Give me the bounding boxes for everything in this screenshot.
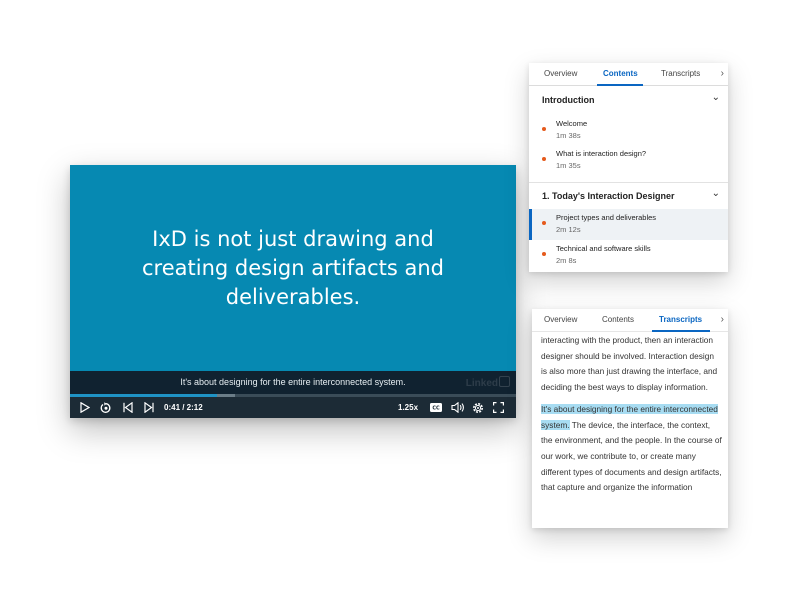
transcript-paragraph-current: It's about designing for the entire inte… [541, 402, 722, 496]
tab-overview[interactable]: Overview [544, 315, 577, 324]
video-player[interactable]: IxD is not just drawing and creating des… [70, 165, 516, 418]
status-dot-icon [542, 127, 546, 131]
section-header-todays-interaction-designer[interactable]: 1. Today's Interaction Designer ⌄ [529, 184, 728, 208]
item-duration: 1m 35s [556, 161, 581, 170]
closed-captions-icon[interactable]: CC [429, 400, 443, 415]
transcript-sentence[interactable]: The device, the interface, the context, … [541, 420, 722, 493]
status-dot-icon [542, 252, 546, 256]
play-icon[interactable] [78, 400, 92, 415]
list-item[interactable]: What is interaction design? 1m 35s [529, 145, 728, 176]
linkedin-logo-icon [499, 376, 510, 387]
watermark-text: Linked [465, 378, 498, 389]
next-icon[interactable] [142, 400, 156, 415]
transcript-paragraph: interacting with the product, then an in… [541, 335, 718, 393]
chevron-down-icon[interactable]: ⌄ [712, 188, 720, 199]
list-item[interactable]: Technical and software skills 2m 8s [529, 240, 728, 271]
replay-icon[interactable] [99, 400, 113, 415]
previous-icon[interactable] [121, 400, 135, 415]
section-title: Introduction [542, 95, 595, 105]
caption-text: It's about designing for the entire inte… [180, 377, 406, 387]
item-title: Technical and software skills [556, 244, 651, 253]
list-item[interactable]: Welcome 1m 38s [529, 115, 728, 146]
list-item-current[interactable]: Project types and deliverables 2m 12s [529, 209, 728, 240]
item-title: Welcome [556, 119, 588, 128]
speed-button[interactable]: 1.25x [398, 403, 418, 412]
tab-transcripts[interactable]: Transcripts [661, 69, 700, 78]
status-dot-icon [542, 221, 546, 225]
linkedin-watermark: Linked [466, 376, 510, 389]
status-dot-icon [542, 157, 546, 161]
transcripts-panel-tabs: Overview Contents Transcripts › [532, 309, 728, 332]
item-duration: 2m 8s [556, 256, 577, 265]
section-divider [529, 182, 728, 183]
control-bar: 0:41 / 2:12 1.25x CC [70, 397, 516, 418]
tabs-more-chevron-icon[interactable]: › [721, 68, 724, 79]
tabs-more-chevron-icon[interactable]: › [721, 314, 724, 325]
section-title: 1. Today's Interaction Designer [542, 191, 675, 201]
item-duration: 1m 38s [556, 131, 581, 140]
settings-icon[interactable] [471, 400, 485, 415]
active-tab-underline [597, 84, 643, 86]
tab-contents[interactable]: Contents [603, 69, 638, 78]
active-tab-underline [652, 330, 710, 332]
item-duration: 2m 12s [556, 225, 581, 234]
section-header-introduction[interactable]: Introduction ⌄ [529, 88, 728, 112]
fullscreen-icon[interactable] [491, 400, 505, 415]
svg-text:CC: CC [432, 406, 440, 412]
contents-panel: Overview Contents Transcripts › Introduc… [529, 63, 728, 272]
tab-transcripts[interactable]: Transcripts [659, 315, 702, 324]
item-title: What is interaction design? [556, 149, 647, 158]
transcripts-panel: Overview Contents Transcripts › interact… [532, 309, 728, 528]
tab-contents[interactable]: Contents [602, 315, 634, 324]
item-title: Project types and deliverables [556, 213, 657, 222]
transcript-text: interacting with the product, then an in… [541, 333, 722, 502]
volume-icon[interactable] [450, 400, 466, 415]
caption-bar: It's about designing for the entire inte… [70, 371, 516, 395]
chevron-down-icon[interactable]: ⌄ [712, 92, 720, 103]
time-display: 0:41 / 2:12 [164, 403, 203, 412]
tab-overview[interactable]: Overview [544, 69, 577, 78]
slide-text: IxD is not just drawing and creating des… [142, 227, 444, 309]
contents-panel-tabs: Overview Contents Transcripts › [529, 63, 728, 86]
